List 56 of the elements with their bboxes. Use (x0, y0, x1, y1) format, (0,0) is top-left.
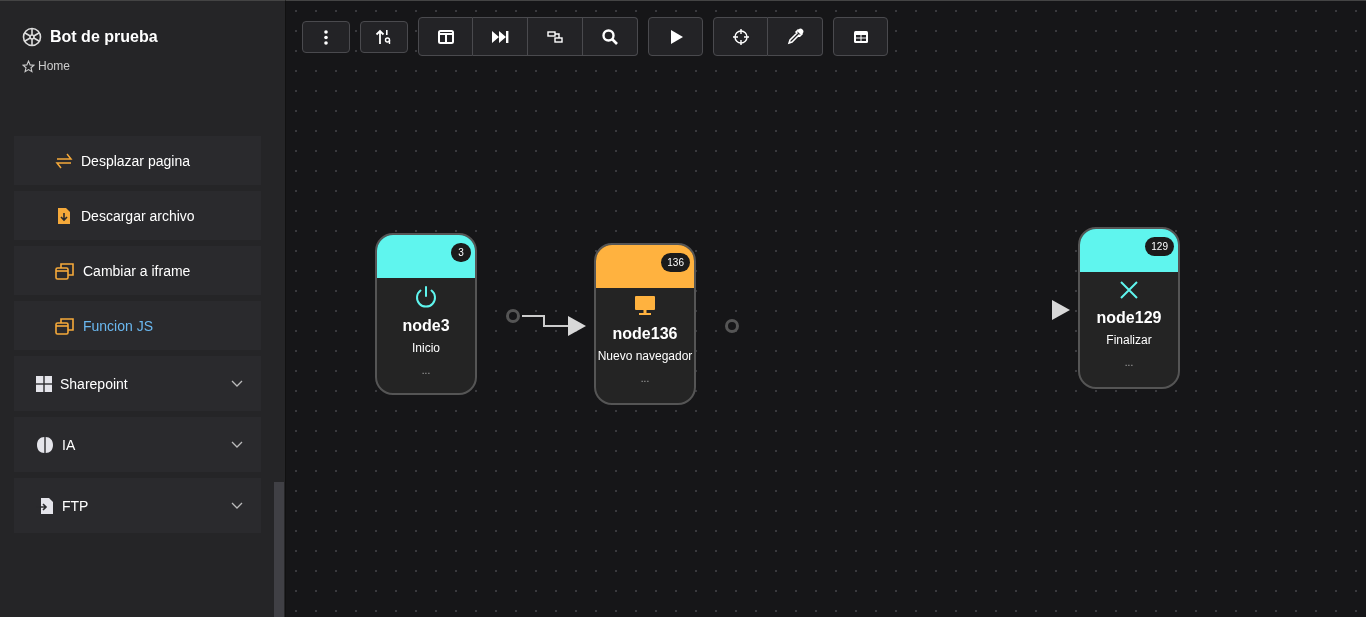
columns-icon (436, 27, 455, 46)
input-arrow[interactable] (568, 316, 586, 336)
sort-icon (375, 28, 393, 46)
crosshair-icon (731, 27, 750, 46)
node-name: node136 (612, 325, 678, 343)
node-label: Nuevo navegador (597, 349, 693, 363)
output-port[interactable] (506, 309, 520, 323)
table-button[interactable] (833, 17, 888, 56)
play-button[interactable] (648, 17, 703, 56)
sidebar-item[interactable]: Cambiar a iframe (14, 246, 261, 295)
node-label: Inicio (412, 341, 440, 355)
input-arrow[interactable] (1052, 300, 1070, 320)
flow-node[interactable]: 129 node129 Finalizar ... (1078, 227, 1180, 389)
columns-button[interactable] (418, 17, 473, 56)
sort-button[interactable] (360, 21, 408, 53)
eyedropper-button[interactable] (768, 17, 823, 56)
sidebar-group[interactable]: FTP (14, 478, 261, 533)
scrollbar-thumb[interactable] (274, 482, 284, 617)
node-footer: ... (640, 373, 650, 384)
node-name: node129 (1096, 309, 1162, 327)
sidebar-item[interactable]: Desplazar pagina (14, 136, 261, 185)
node-footer: ... (1124, 357, 1134, 368)
sidebar-group[interactable]: Sharepoint (14, 356, 261, 411)
monitor-icon (634, 295, 656, 317)
power-icon (414, 285, 438, 309)
eyedropper-icon (786, 27, 804, 46)
node-id-badge: 129 (1145, 237, 1174, 256)
swap-arrows-icon (55, 151, 73, 170)
sidebar-group[interactable]: IA (14, 417, 261, 472)
node-name: node3 (402, 317, 450, 335)
bot-title: Bot de prueba (50, 28, 158, 46)
file-download-icon (55, 206, 73, 225)
more-vertical-icon (324, 29, 328, 45)
flow-node[interactable]: 3 node3 Inicio ... (375, 233, 477, 395)
flow-node[interactable]: 136 node136 Nuevo navegador ... (594, 243, 696, 405)
node-id-badge: 3 (451, 243, 471, 262)
grid-icon (36, 375, 52, 392)
sidebar-item[interactable]: Funcion JS (14, 301, 261, 350)
star-icon (22, 59, 35, 73)
output-port[interactable] (725, 319, 739, 333)
more-button[interactable] (302, 21, 350, 53)
search-icon (601, 27, 619, 46)
home-link[interactable]: Home (38, 59, 70, 73)
fast-forward-button[interactable] (473, 17, 528, 56)
close-icon (1118, 279, 1140, 301)
wheel-icon (22, 27, 42, 47)
windows-icon (55, 316, 75, 335)
node-label: Finalizar (1106, 333, 1152, 347)
windows-icon (55, 261, 75, 280)
sidebar-item[interactable]: Descargar archivo (14, 191, 261, 240)
node-id-badge: 136 (661, 253, 690, 272)
search-button[interactable] (583, 17, 638, 56)
brain-icon (36, 435, 54, 454)
select-nodes-button[interactable] (528, 17, 583, 56)
crosshair-button[interactable] (713, 17, 768, 56)
node-footer: ... (421, 365, 431, 376)
